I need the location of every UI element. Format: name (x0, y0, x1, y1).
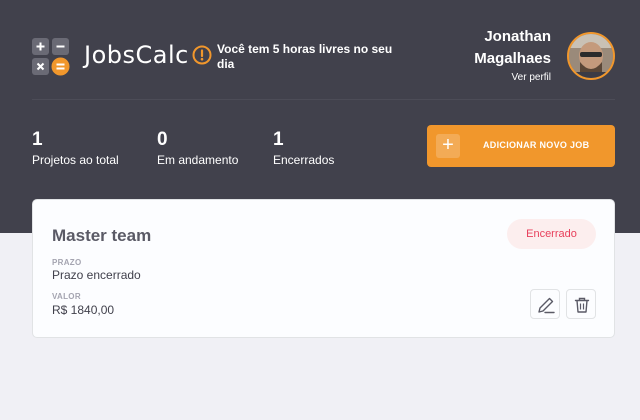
job-title: Master team (52, 226, 152, 245)
trash-icon (574, 297, 590, 313)
stat-total-projects: 1 Projetos ao total (32, 130, 119, 168)
stat-in-progress: 0 Em andamento (157, 130, 238, 168)
header-divider (32, 99, 615, 100)
stat-label: Projetos ao total (32, 153, 119, 167)
deadline-label: PRAZO (52, 258, 82, 267)
value-value: R$ 1840,00 (52, 303, 115, 317)
edit-job-button[interactable] (530, 289, 560, 319)
status-badge: Encerrado (507, 219, 596, 249)
delete-job-button[interactable] (566, 289, 596, 319)
free-hours-alert: Você tem 5 horas livres no seu dia (217, 42, 393, 71)
avatar[interactable] (567, 32, 615, 80)
deadline-value: Prazo encerrado (52, 268, 141, 282)
profile-name[interactable]: Jonathan Magalhaes (431, 26, 551, 70)
add-new-job-label: ADICIONAR NOVO JOB (483, 140, 590, 150)
stat-closed: 1 Encerrados (273, 130, 334, 168)
view-profile-link[interactable]: Ver perfil (512, 72, 551, 83)
app-logo-text: JobsCalc (84, 41, 189, 69)
alert-icon (192, 45, 212, 65)
stat-value: 0 (157, 129, 168, 150)
add-new-job-button[interactable]: + ADICIONAR NOVO JOB (427, 125, 615, 167)
plus-icon: + (436, 134, 460, 158)
calculator-logo-icon (32, 38, 70, 76)
stat-value: 1 (273, 129, 284, 150)
edit-icon (538, 297, 555, 314)
stat-value: 1 (32, 129, 43, 150)
top-bar: JobsCalc Você tem 5 horas livres no seu … (32, 20, 615, 100)
job-card: Master team Encerrado PRAZO Prazo encerr… (32, 199, 615, 338)
stat-label: Encerrados (273, 153, 335, 167)
value-label: VALOR (52, 292, 81, 301)
stat-label: Em andamento (157, 153, 239, 167)
